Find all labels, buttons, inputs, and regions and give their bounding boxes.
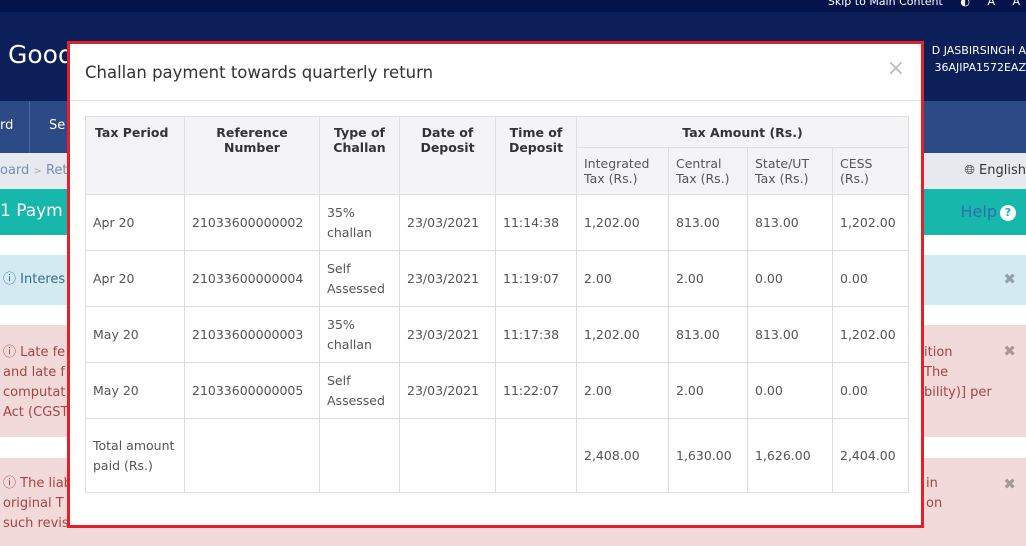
total-cess: 2,404.00 (832, 418, 909, 493)
empty-cell (399, 418, 496, 493)
cell-type-of-challan: Self Assessed (319, 250, 400, 307)
header-cess: CESS (Rs.) (832, 147, 909, 195)
cell-tax-period: Apr 20 (85, 250, 185, 307)
header-date-of-deposit: Date of Deposit (399, 116, 496, 195)
cell-type-of-challan: 35% challan (319, 306, 400, 363)
header-tax-amount: Tax Amount (Rs.) (576, 116, 909, 148)
cell-date-of-deposit: 23/03/2021 (399, 362, 496, 419)
cell-cess: 0.00 (832, 362, 909, 419)
cell-state-ut-tax: 0.00 (747, 250, 833, 307)
cell-date-of-deposit: 23/03/2021 (399, 306, 496, 363)
cell-date-of-deposit: 23/03/2021 (399, 250, 496, 307)
cell-reference-number: 21033600000002 (184, 194, 320, 251)
cell-central-tax: 813.00 (668, 306, 748, 363)
cell-central-tax: 2.00 (668, 250, 748, 307)
table-row: Apr 20 21033600000004 Self Assessed 23/0… (85, 250, 909, 307)
cell-state-ut-tax: 0.00 (747, 362, 833, 419)
total-state-ut-tax: 1,626.00 (747, 418, 833, 493)
header-tax-period: Tax Period (85, 116, 185, 195)
header-integrated-tax: Integrated Tax (Rs.) (576, 147, 669, 195)
header-central-tax: Central Tax (Rs.) (668, 147, 748, 195)
header-type-of-challan: Type of Challan (319, 116, 400, 195)
cell-reference-number: 21033600000004 (184, 250, 320, 307)
challan-table: Tax Period Reference Number Type of Chal… (85, 116, 909, 493)
cell-time-of-deposit: 11:19:07 (495, 250, 577, 307)
total-label: Total amount paid (Rs.) (85, 418, 185, 493)
cell-integrated-tax: 1,202.00 (576, 306, 669, 363)
cell-tax-period: May 20 (85, 362, 185, 419)
header-reference-number: Reference Number (184, 116, 320, 195)
cell-reference-number: 21033600000003 (184, 306, 320, 363)
cell-type-of-challan: Self Assessed (319, 362, 400, 419)
cell-time-of-deposit: 11:22:07 (495, 362, 577, 419)
cell-state-ut-tax: 813.00 (747, 306, 833, 363)
total-row: Total amount paid (Rs.) 2,408.00 1,630.0… (85, 418, 909, 493)
cell-integrated-tax: 2.00 (576, 250, 669, 307)
cell-tax-period: Apr 20 (85, 194, 185, 251)
cell-cess: 1,202.00 (832, 194, 909, 251)
modal-header: Challan payment towards quarterly return… (70, 44, 921, 101)
cell-time-of-deposit: 11:17:38 (495, 306, 577, 363)
table-row: May 20 21033600000005 Self Assessed 23/0… (85, 362, 909, 419)
cell-date-of-deposit: 23/03/2021 (399, 194, 496, 251)
total-central-tax: 1,630.00 (668, 418, 748, 493)
table-row: May 20 21033600000003 35% challan 23/03/… (85, 306, 909, 363)
cell-integrated-tax: 1,202.00 (576, 194, 669, 251)
empty-cell (184, 418, 320, 493)
cell-type-of-challan: 35% challan (319, 194, 400, 251)
modal-title: Challan payment towards quarterly return (85, 63, 434, 82)
challan-payment-modal: Challan payment towards quarterly return… (67, 41, 924, 528)
header-state-ut-tax: State/UT Tax (Rs.) (747, 147, 833, 195)
empty-cell (319, 418, 400, 493)
table-row: Apr 20 21033600000002 35% challan 23/03/… (85, 194, 909, 251)
cell-tax-period: May 20 (85, 306, 185, 363)
cell-central-tax: 2.00 (668, 362, 748, 419)
cell-state-ut-tax: 813.00 (747, 194, 833, 251)
cell-reference-number: 21033600000005 (184, 362, 320, 419)
header-time-of-deposit: Time of Deposit (495, 116, 577, 195)
close-icon[interactable]: × (887, 56, 905, 81)
cell-cess: 1,202.00 (832, 306, 909, 363)
total-integrated-tax: 2,408.00 (576, 418, 669, 493)
cell-time-of-deposit: 11:14:38 (495, 194, 577, 251)
cell-cess: 0.00 (832, 250, 909, 307)
cell-central-tax: 813.00 (668, 194, 748, 251)
cell-integrated-tax: 2.00 (576, 362, 669, 419)
empty-cell (495, 418, 577, 493)
